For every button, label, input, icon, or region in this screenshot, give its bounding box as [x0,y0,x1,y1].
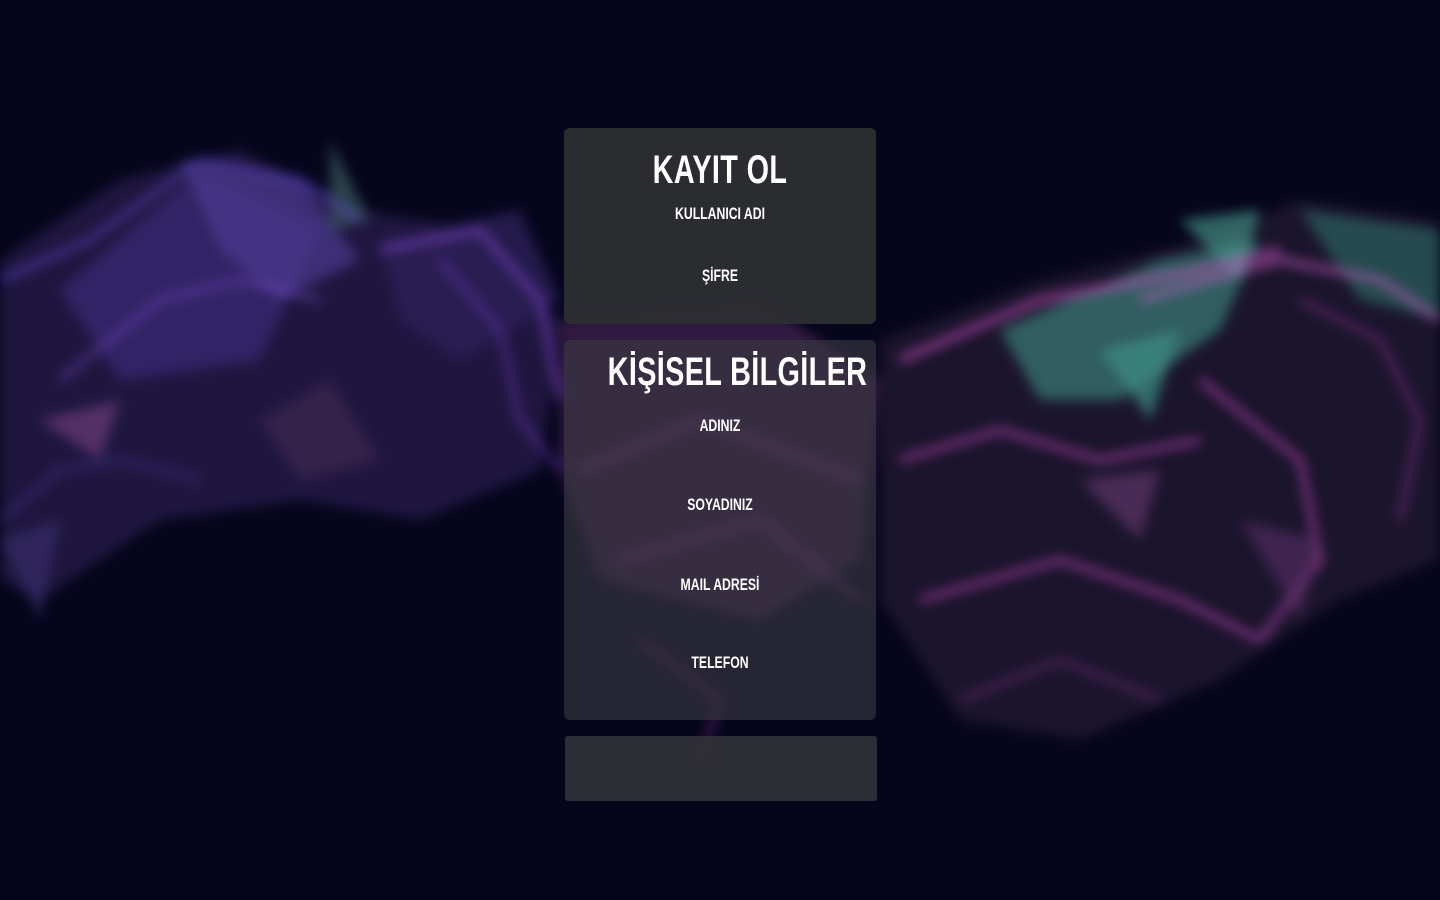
password-label: ŞİFRE [701,266,739,285]
first-name-label: ADINIZ [699,416,741,435]
username-input[interactable] [600,228,844,256]
email-label: MAIL ADRESİ [680,575,760,594]
email-input[interactable] [600,601,844,629]
first-name-input[interactable] [600,442,844,470]
phone-input[interactable] [600,679,844,707]
last-name-label: SOYADINIZ [687,495,753,514]
last-name-input[interactable] [600,521,844,549]
password-input[interactable] [600,290,844,318]
submit-panel[interactable] [565,736,877,801]
personal-info-title: KİŞİSEL BİLGİLER [607,350,868,394]
username-label: KULLANICI ADI [675,204,765,223]
phone-label: TELEFON [691,653,749,672]
register-title: KAYIT OL [652,148,788,192]
